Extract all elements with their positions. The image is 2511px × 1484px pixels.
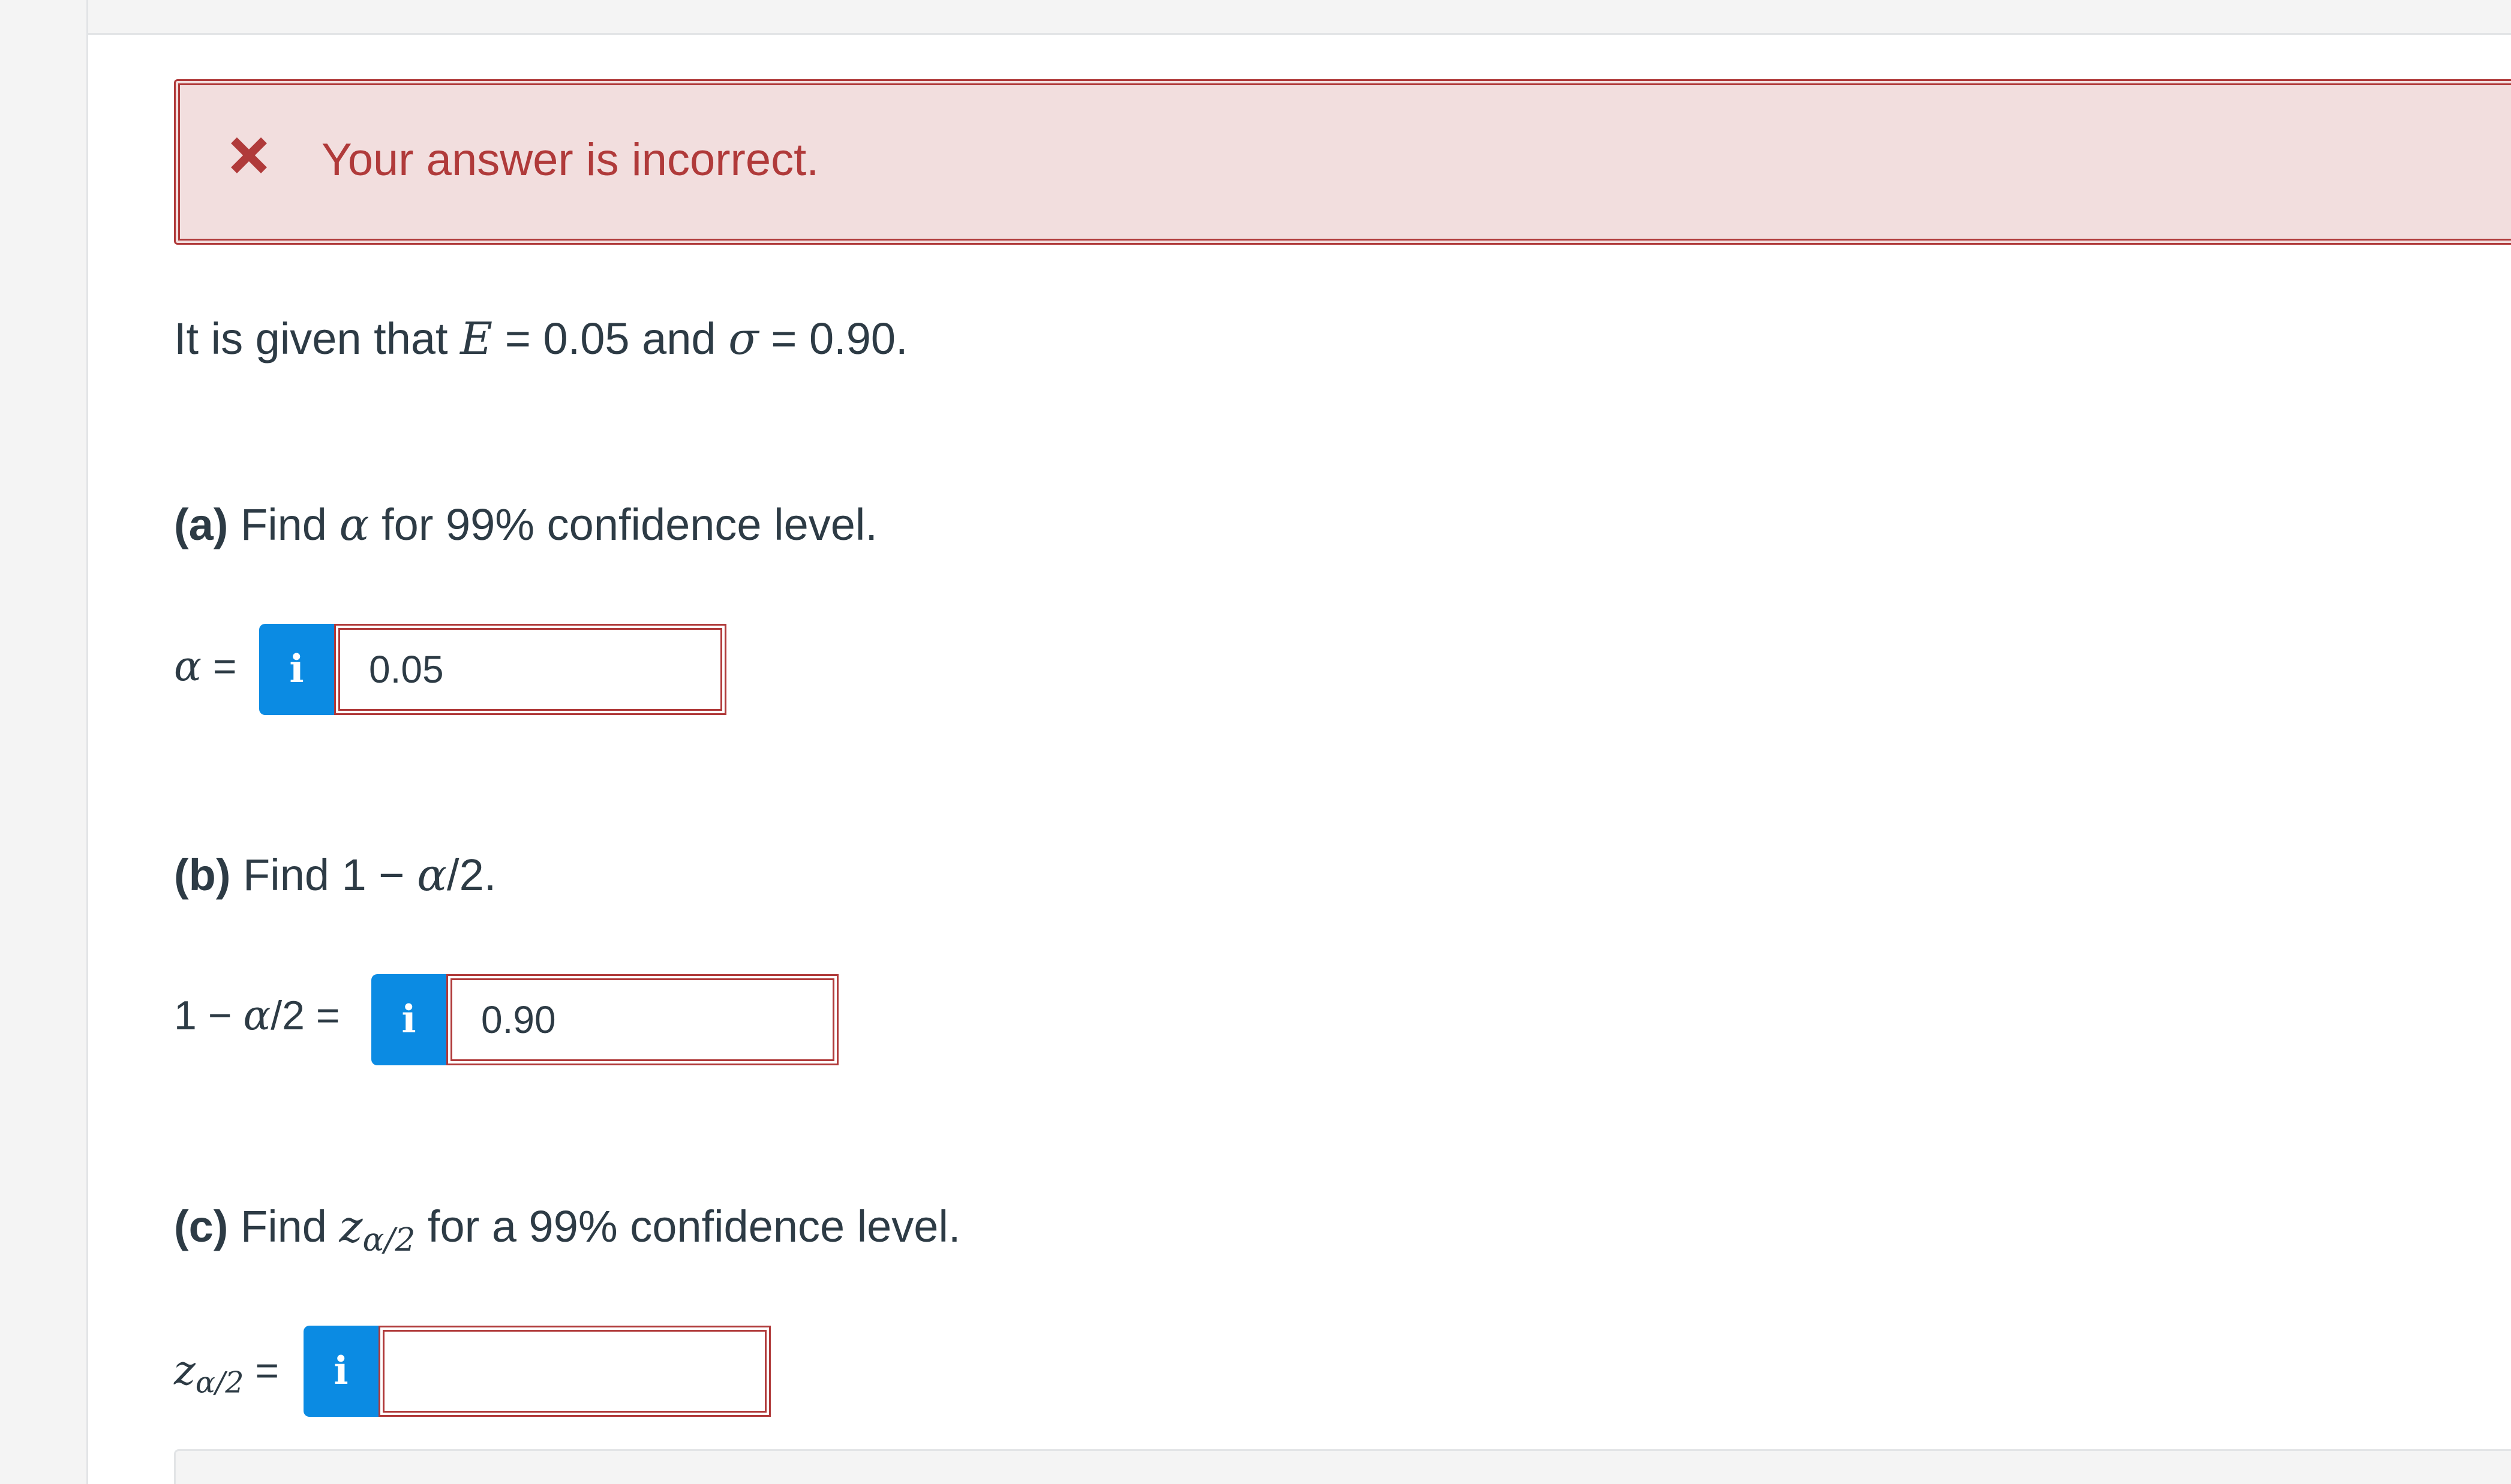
part-a-letter: (a): [174, 500, 229, 549]
part-a-label-eq: =: [201, 644, 237, 689]
next-question-panel: [174, 1449, 2511, 1484]
given-statement: It is given that E = 0.05 and σ = 0.90.: [174, 312, 908, 366]
part-a-answer-value: 0.05: [369, 648, 444, 691]
part-b-label-prefix: 1 −: [174, 993, 244, 1038]
part-b-q-suffix: /2.: [447, 850, 497, 900]
part-b-q-prefix: Find 1 −: [230, 850, 418, 900]
part-c-letter: (c): [174, 1201, 229, 1251]
info-icon: i: [334, 1348, 349, 1393]
part-c-q-var: z: [339, 1201, 363, 1252]
given-eq-1: = 0.05 and: [492, 314, 729, 364]
part-a-answer-field[interactable]: 0.05: [334, 624, 726, 715]
part-b-info-button[interactable]: i: [371, 974, 446, 1065]
part-c-label-sub: α/2: [195, 1365, 244, 1400]
given-prefix: It is given that: [174, 314, 461, 364]
part-a-q-var: α: [339, 499, 370, 551]
close-icon: [231, 137, 267, 173]
left-rail: [0, 0, 88, 1484]
part-c-info-button[interactable]: i: [304, 1326, 379, 1417]
given-var-e: E: [460, 313, 493, 365]
feedback-message: Your answer is incorrect.: [322, 134, 819, 185]
question-panel: [88, 35, 2511, 1484]
part-b-q-var: α: [417, 849, 447, 901]
part-a-q-prefix: Find: [228, 500, 340, 549]
part-c-label-eq: =: [244, 1348, 280, 1393]
part-c-question: (c) Find zα/2 for a 99% confidence level…: [174, 1200, 961, 1256]
feedback-banner: Your answer is incorrect.: [174, 79, 2511, 245]
part-a-answer-label: α =: [174, 639, 237, 694]
part-c-q-suffix: for a 99% confidence level.: [415, 1201, 961, 1251]
part-b-label-var: α: [243, 992, 271, 1040]
given-eq-2: = 0.90.: [758, 314, 908, 364]
info-icon: i: [289, 647, 304, 692]
part-a-info-button[interactable]: i: [259, 624, 334, 715]
part-c-answer-label: zα/2 =: [174, 1344, 279, 1398]
part-a-label-var: α: [174, 643, 202, 690]
part-a-question: (a) Find α for 99% confidence level.: [174, 498, 878, 552]
part-b-letter: (b): [174, 850, 231, 900]
part-c-q-sub: α/2: [362, 1221, 416, 1258]
part-a-q-suffix: for 99% confidence level.: [369, 500, 878, 549]
given-var-sigma: σ: [728, 313, 759, 365]
part-b-answer-field[interactable]: 0.90: [446, 974, 839, 1065]
part-b-answer-value: 0.90: [481, 998, 556, 1041]
part-c-answer-field[interactable]: [379, 1326, 771, 1417]
part-c-label-var: z: [174, 1347, 196, 1395]
info-icon: i: [401, 997, 416, 1042]
part-c-q-prefix: Find: [228, 1201, 340, 1251]
part-b-label-suffix: /2 =: [271, 993, 340, 1038]
part-b-answer-label: 1 − α/2 =: [174, 989, 340, 1043]
part-b-question: (b) Find 1 − α/2.: [174, 848, 496, 902]
top-strip: [88, 0, 2511, 35]
